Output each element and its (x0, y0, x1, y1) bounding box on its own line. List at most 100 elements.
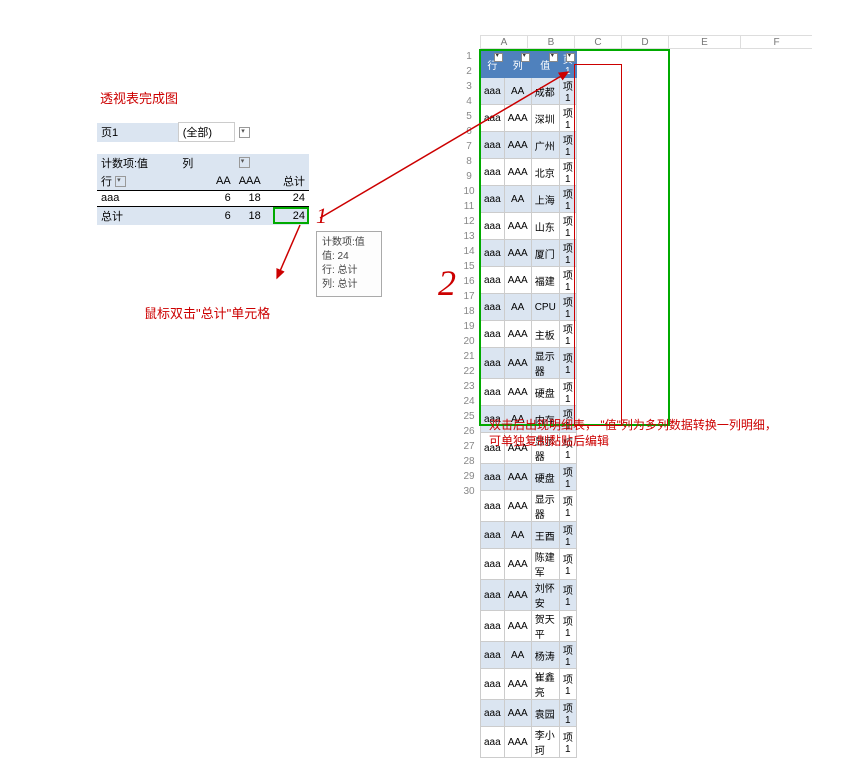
table-row[interactable]: aaaAAA山东项1 (481, 213, 577, 240)
cell[interactable]: 项1 (559, 240, 576, 267)
row-number[interactable]: 4 (459, 96, 479, 107)
cell[interactable]: aaa (481, 491, 505, 522)
row-number[interactable]: 6 (459, 126, 479, 137)
cell[interactable]: AAA (504, 727, 531, 758)
cell[interactable]: aaa (481, 580, 505, 611)
cell[interactable]: aaa (481, 294, 505, 321)
cell[interactable]: CPU (531, 294, 559, 321)
table-row[interactable]: aaaAAA广州项1 (481, 132, 577, 159)
cell[interactable]: AAA (504, 321, 531, 348)
column-header[interactable]: D (621, 35, 668, 49)
cell[interactable]: 项1 (559, 294, 576, 321)
cell[interactable]: 项1 (559, 379, 576, 406)
cell[interactable]: AA (504, 78, 531, 105)
table-row[interactable]: aaaAAA深圳项1 (481, 105, 577, 132)
cell[interactable]: aaa (481, 132, 505, 159)
page-field-value[interactable]: (全部) (178, 123, 235, 142)
filter-icon[interactable] (494, 53, 503, 62)
pivot-val-1[interactable]: 18 (235, 190, 265, 206)
cell[interactable]: aaa (481, 159, 505, 186)
cell[interactable]: 项1 (559, 78, 576, 105)
cell[interactable]: AAA (504, 213, 531, 240)
row-number[interactable]: 17 (459, 291, 479, 302)
cell[interactable]: 福建 (531, 267, 559, 294)
cell[interactable]: aaa (481, 700, 505, 727)
cell[interactable]: 主板 (531, 321, 559, 348)
table-row[interactable]: aaaAAA显示器项1 (481, 348, 577, 379)
cell[interactable]: 项1 (559, 669, 576, 700)
row-number[interactable]: 1 (459, 51, 479, 62)
pivot-val-0[interactable]: 6 (178, 190, 235, 206)
cell[interactable]: aaa (481, 549, 505, 580)
grid-header-row[interactable]: 行 (481, 51, 505, 78)
cell[interactable]: 项1 (559, 267, 576, 294)
row-number[interactable]: 20 (459, 336, 479, 347)
cell[interactable]: AA (504, 186, 531, 213)
cell[interactable]: 成都 (531, 78, 559, 105)
row-number[interactable]: 5 (459, 111, 479, 122)
cell[interactable]: AAA (504, 700, 531, 727)
cell[interactable]: AAA (504, 105, 531, 132)
row-number[interactable]: 8 (459, 156, 479, 167)
cell[interactable]: aaa (481, 727, 505, 758)
pivot-table[interactable]: 页1 (全部) 计数项:值 列 行 AA AAA 总计 aaa 6 18 24 … (97, 122, 309, 225)
table-row[interactable]: aaaAA成都项1 (481, 78, 577, 105)
cell[interactable]: 广州 (531, 132, 559, 159)
filter-icon[interactable] (549, 53, 558, 62)
cell[interactable]: 厦门 (531, 240, 559, 267)
cell[interactable]: AAA (504, 580, 531, 611)
col-field-label[interactable]: 列 (178, 154, 235, 172)
cell[interactable]: 项1 (559, 491, 576, 522)
cell[interactable]: 项1 (559, 642, 576, 669)
table-row[interactable]: aaaAA杨涛项1 (481, 642, 577, 669)
cell[interactable]: 项1 (559, 132, 576, 159)
cell[interactable]: AAA (504, 379, 531, 406)
row-number[interactable]: 3 (459, 81, 479, 92)
cell[interactable]: 硬盘 (531, 379, 559, 406)
table-row[interactable]: aaaAAA陈建军项1 (481, 549, 577, 580)
cell[interactable]: AAA (504, 549, 531, 580)
cell[interactable]: 陈建军 (531, 549, 559, 580)
table-row[interactable]: aaaAAA福建项1 (481, 267, 577, 294)
cell[interactable]: AAA (504, 267, 531, 294)
cell[interactable]: AAA (504, 132, 531, 159)
cell[interactable]: 王酉 (531, 522, 559, 549)
cell[interactable]: 杨涛 (531, 642, 559, 669)
cell[interactable]: aaa (481, 642, 505, 669)
table-row[interactable]: aaaAAA硬盘项1 (481, 464, 577, 491)
cell[interactable]: AAA (504, 669, 531, 700)
row-number[interactable]: 12 (459, 216, 479, 227)
table-row[interactable]: aaaAAA主板项1 (481, 321, 577, 348)
column-header[interactable]: A (480, 35, 527, 49)
column-header[interactable]: B (527, 35, 574, 49)
cell[interactable]: aaa (481, 379, 505, 406)
cell[interactable]: 刘怀安 (531, 580, 559, 611)
cell[interactable]: 袁园 (531, 700, 559, 727)
total-2[interactable]: 24 (265, 206, 309, 225)
cell[interactable]: 硬盘 (531, 464, 559, 491)
cell[interactable]: 显示器 (531, 348, 559, 379)
cell[interactable]: AAA (504, 464, 531, 491)
row-number[interactable]: 29 (459, 471, 479, 482)
cell[interactable]: 项1 (559, 549, 576, 580)
row-number[interactable]: 15 (459, 261, 479, 272)
total-0[interactable]: 6 (178, 206, 235, 225)
cell[interactable]: 显示器 (531, 491, 559, 522)
cell[interactable]: 项1 (559, 522, 576, 549)
table-row[interactable]: aaaAA上海项1 (481, 186, 577, 213)
table-row[interactable]: aaaAAA袁园项1 (481, 700, 577, 727)
row-number[interactable]: 27 (459, 441, 479, 452)
table-row[interactable]: aaaAAA李小珂项1 (481, 727, 577, 758)
cell[interactable]: 项1 (559, 105, 576, 132)
cell[interactable]: 北京 (531, 159, 559, 186)
row-number[interactable]: 7 (459, 141, 479, 152)
table-row[interactable]: aaaAAA厦门项1 (481, 240, 577, 267)
row-number[interactable]: 19 (459, 321, 479, 332)
cell[interactable]: aaa (481, 240, 505, 267)
cell[interactable]: aaa (481, 105, 505, 132)
cell[interactable]: aaa (481, 186, 505, 213)
row-number[interactable]: 21 (459, 351, 479, 362)
cell[interactable]: 项1 (559, 159, 576, 186)
row-number[interactable]: 14 (459, 246, 479, 257)
cell[interactable]: 项1 (559, 464, 576, 491)
